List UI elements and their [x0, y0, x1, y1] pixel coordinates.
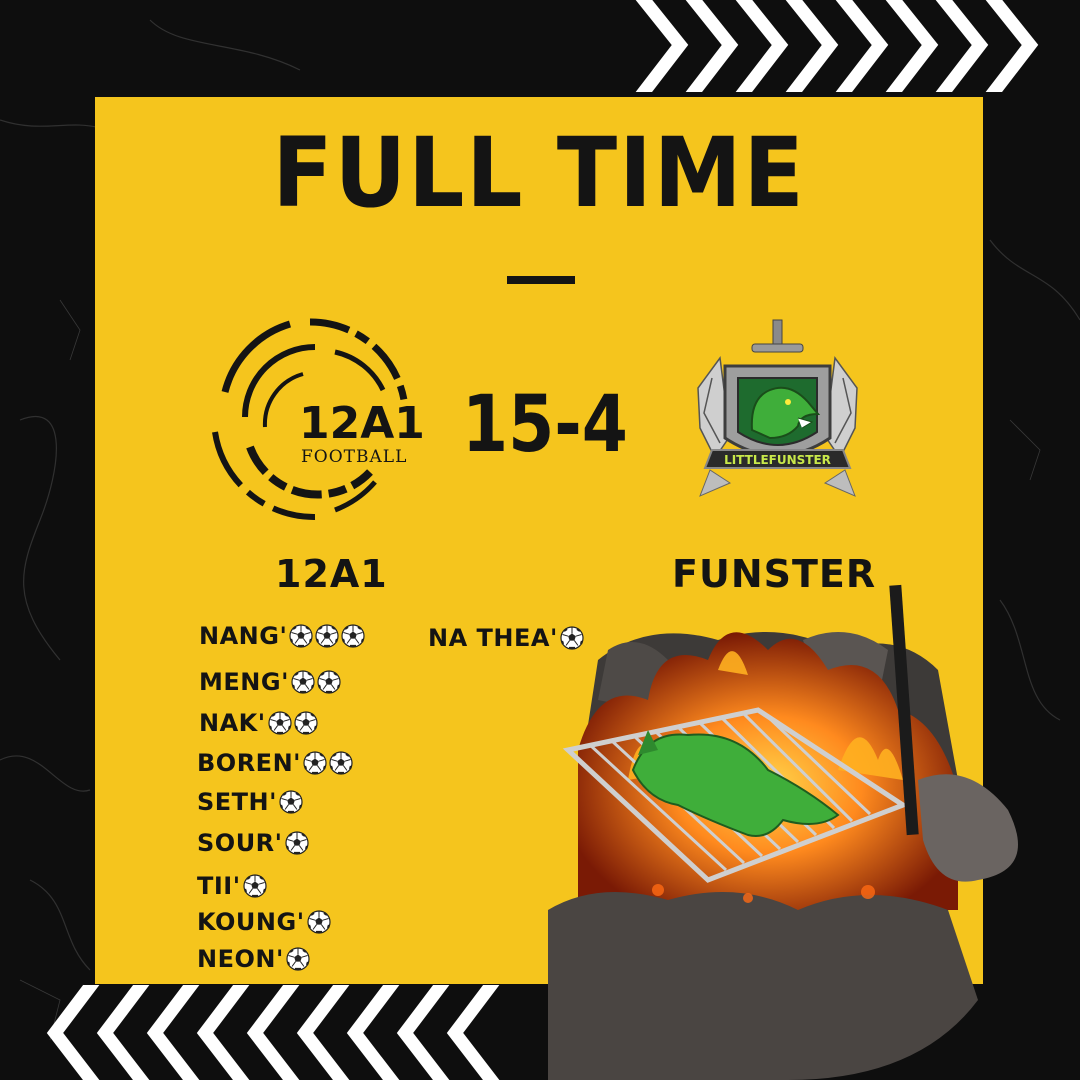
scorer-name: SOUR': [197, 829, 283, 857]
scorer-name: KOUNG': [197, 908, 305, 936]
home-team-logo: 12A1 FOOTBALL: [212, 318, 425, 521]
scorer-name: MENG': [199, 668, 289, 696]
scorer-row: KOUNG': [197, 908, 331, 936]
home-team-name: 12A1: [275, 552, 388, 596]
scorer-row: NAK': [199, 709, 318, 737]
scorer-name: TII': [197, 872, 241, 900]
home-logo-subtext: FOOTBALL: [301, 447, 407, 467]
scorer-row: TII': [197, 872, 267, 900]
chevron-stripe-bottom: [46, 985, 500, 1080]
final-score: 15-4: [462, 380, 628, 470]
soccer-ball-icon: [306, 910, 331, 934]
soccer-ball-icon: [341, 624, 365, 648]
soccer-ball-icon: [242, 874, 267, 898]
soccer-ball-icon: [315, 624, 339, 648]
soccer-ball-icon: [279, 790, 303, 814]
soccer-ball-icon: [317, 670, 341, 694]
poster: FULL TIME 12A1 FOOTBALL 15-4 LITTLEFUNST…: [0, 0, 1080, 1080]
scorer-row: NANG': [199, 622, 365, 650]
soccer-ball-icon: [303, 751, 327, 775]
scorer-row: MENG': [199, 668, 341, 696]
soccer-ball-icon: [294, 711, 318, 735]
soccer-ball-icon: [268, 711, 292, 735]
chevron-stripe-top: [635, 0, 1039, 92]
scorer-name: NAK': [199, 709, 266, 737]
soccer-ball-icon: [329, 751, 353, 775]
dragon-crest-icon: LITTLEFUNSTER: [697, 319, 858, 497]
soccer-ball-icon: [286, 947, 310, 971]
soccer-ball-icon: [291, 670, 315, 694]
title-divider: [507, 276, 575, 284]
soccer-ball-icon: [289, 624, 313, 648]
scorer-row: NEON': [197, 945, 310, 973]
fire-grill-image: [548, 584, 1018, 1080]
scorer-name: SETH': [197, 788, 277, 816]
scorer-name: NEON': [197, 945, 284, 973]
away-logo-text: LITTLEFUNSTER: [724, 453, 831, 467]
scorer-name: BOREN': [197, 749, 302, 777]
scorer-name: NANG': [199, 622, 288, 650]
scorer-row: SETH': [197, 788, 303, 816]
soccer-ball-icon: [284, 831, 309, 855]
scorer-row: SOUR': [197, 829, 309, 857]
scorer-row: BOREN': [197, 749, 353, 777]
page-title: FULL TIME: [272, 117, 806, 229]
home-logo-text: 12A1: [299, 398, 425, 449]
